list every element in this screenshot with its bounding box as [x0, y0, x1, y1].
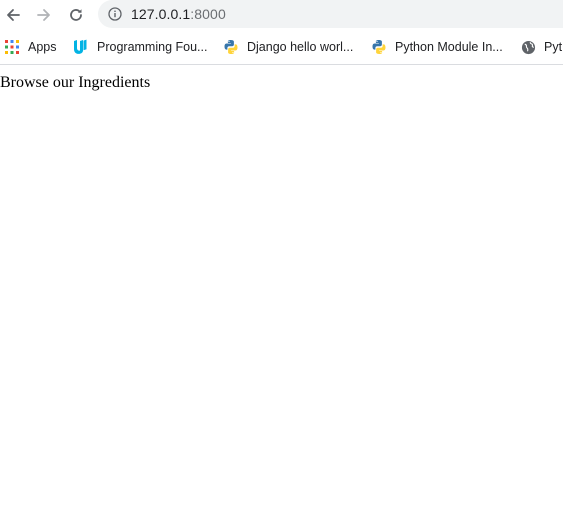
bookmark-apps[interactable]: Apps [4, 30, 57, 64]
python-icon [371, 39, 387, 55]
address-bar[interactable]: 127.0.0.1:8000 [98, 0, 563, 28]
bookmark-label: Python Module In... [395, 40, 503, 54]
bookmark-django-hello-world[interactable]: Django hello worl... [223, 30, 353, 64]
page-content: Browse our Ingredients [0, 65, 563, 92]
reload-button[interactable] [65, 4, 87, 26]
info-icon[interactable] [108, 7, 122, 21]
python-icon [223, 39, 239, 55]
bookmark-label: Django hello worl... [247, 40, 354, 54]
apps-grid-icon [4, 39, 20, 55]
arrow-right-icon [37, 9, 50, 21]
bookmark-pyt[interactable]: Pyt [520, 30, 562, 64]
back-button[interactable] [2, 4, 24, 26]
bookmark-label: Pyt [544, 40, 563, 54]
arrow-left-icon [7, 9, 20, 21]
browser-toolbar: 127.0.0.1:8000 [0, 0, 563, 30]
globe-icon [520, 39, 536, 55]
bookmark-python-module-index[interactable]: Python Module In... [371, 30, 503, 64]
bookmarks-bar: Apps Programming Fou... Django hello wor… [0, 30, 563, 65]
url-host: 127.0.0.1 [131, 6, 191, 22]
bookmark-label: Apps [28, 40, 57, 54]
udacity-icon [73, 39, 89, 55]
bookmark-programming-foundations[interactable]: Programming Fou... [73, 30, 207, 64]
bookmark-label: Programming Fou... [97, 40, 208, 54]
page-heading: Browse our Ingredients [0, 74, 151, 91]
reload-icon [70, 9, 82, 21]
url-text: 127.0.0.1:8000 [131, 6, 226, 22]
forward-button[interactable] [33, 4, 55, 26]
url-port: :8000 [190, 6, 226, 22]
